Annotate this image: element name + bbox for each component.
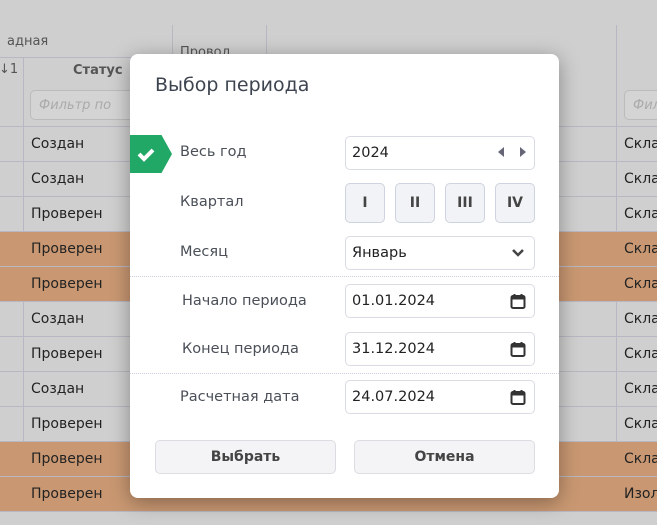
row-cell-edge [0, 477, 24, 512]
quarter-2-button[interactable]: II [395, 183, 435, 223]
row-right-cell[interactable]: Скла [616, 162, 657, 197]
row-right-cell[interactable]: Скла [616, 337, 657, 372]
row-right-cell[interactable]: Скла [616, 232, 657, 267]
row-cell-edge [0, 162, 24, 197]
select-button[interactable]: Выбрать [155, 440, 336, 474]
sort-indicator[interactable]: ↓1 [0, 57, 24, 127]
start-value: 01.01.2024 [352, 293, 436, 309]
quarter-label: Квартал [180, 194, 244, 210]
row-cell-edge [0, 232, 24, 267]
row-right-cell[interactable]: Скла [616, 372, 657, 407]
period-dialog: Выбор периода Весь год 2024 Квартал I II… [130, 54, 559, 498]
calc-date-label: Расчетная дата [180, 389, 300, 405]
row-cell-edge [0, 127, 24, 162]
row-cell-edge [0, 337, 24, 372]
row-right-cell[interactable]: Скла [616, 267, 657, 302]
selected-check-badge [130, 135, 172, 173]
month-value: Январь [352, 245, 407, 261]
divider [130, 276, 559, 277]
end-date-field[interactable]: 31.12.2024 [345, 332, 535, 366]
end-value: 31.12.2024 [352, 341, 436, 357]
row-right-cell[interactable]: Скла [616, 442, 657, 477]
row-cell-edge [0, 267, 24, 302]
row-right-cell[interactable]: Скла [616, 127, 657, 162]
chevron-down-icon [512, 249, 524, 257]
year-field[interactable]: 2024 [345, 136, 535, 170]
start-date-field[interactable]: 01.01.2024 [345, 284, 535, 318]
cancel-button[interactable]: Отмена [354, 440, 535, 474]
quarter-1-button[interactable]: I [345, 183, 385, 223]
dialog-title: Выбор периода [155, 74, 310, 96]
calendar-icon[interactable] [510, 293, 526, 309]
month-select[interactable]: Январь [345, 236, 535, 270]
row-cell-edge [0, 197, 24, 232]
calc-value: 24.07.2024 [352, 389, 436, 405]
row-right-cell[interactable]: Изол [616, 477, 657, 512]
calendar-icon[interactable] [510, 341, 526, 357]
row-cell-edge [0, 372, 24, 407]
divider [130, 373, 559, 374]
whole-year-option[interactable]: Весь год [180, 144, 247, 160]
row-right-cell[interactable]: Скла [616, 197, 657, 232]
calc-date-field[interactable]: 24.07.2024 [345, 380, 535, 414]
year-value: 2024 [352, 145, 389, 161]
row-right-cell[interactable]: Скла [616, 407, 657, 442]
row-cell-edge [0, 442, 24, 477]
start-label: Начало периода [182, 293, 307, 309]
check-icon [137, 148, 155, 162]
prev-year-icon[interactable] [498, 147, 504, 157]
next-year-icon[interactable] [520, 147, 526, 157]
row-cell-edge [0, 302, 24, 337]
quarter-4-button[interactable]: IV [495, 183, 535, 223]
month-label: Месяц [180, 244, 228, 260]
right-filter-input[interactable]: Фил [624, 90, 657, 120]
quarter-3-button[interactable]: III [445, 183, 485, 223]
row-cell-edge [0, 407, 24, 442]
row-right-cell[interactable]: Скла [616, 302, 657, 337]
calendar-icon[interactable] [510, 389, 526, 405]
end-label: Конец периода [182, 341, 299, 357]
